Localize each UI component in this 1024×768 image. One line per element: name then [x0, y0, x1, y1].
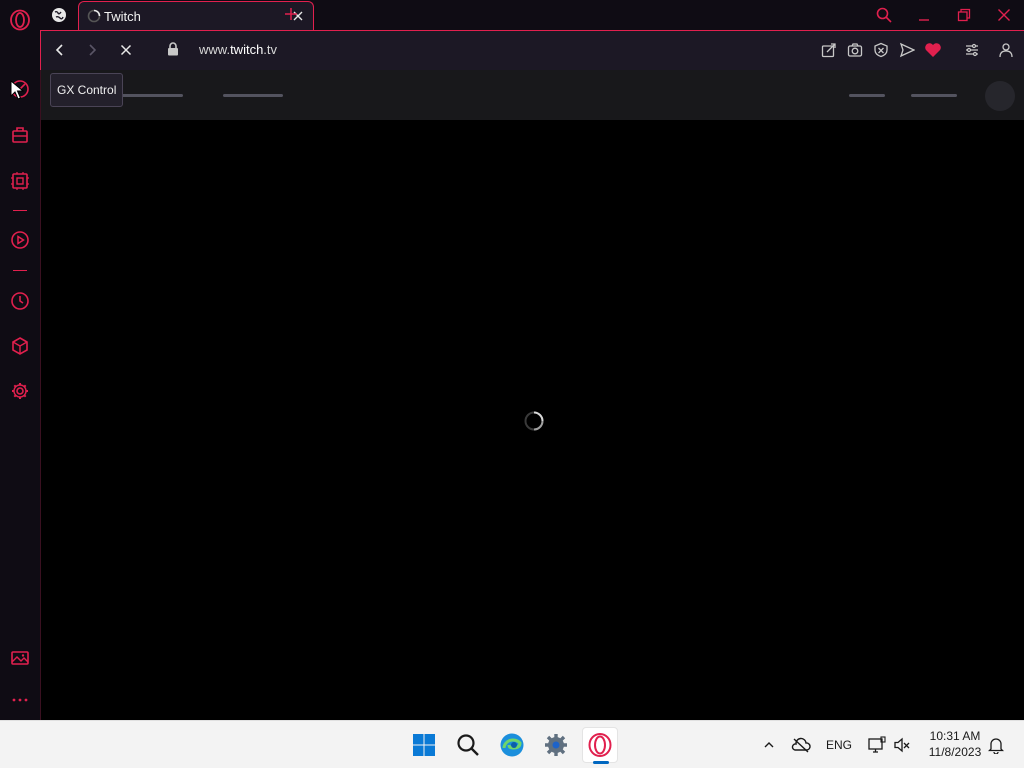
share-icon[interactable]	[820, 41, 838, 59]
tab-twitch[interactable]: Twitch	[78, 1, 314, 31]
account-icon[interactable]	[997, 41, 1015, 59]
onedrive-offline-icon[interactable]	[790, 735, 812, 755]
mouse-cursor-icon	[10, 80, 24, 100]
more-icon[interactable]	[9, 689, 31, 711]
close-window-icon[interactable]	[993, 4, 1015, 26]
send-icon[interactable]	[898, 41, 916, 59]
heart-icon[interactable]	[924, 41, 942, 59]
lock-icon[interactable]	[167, 42, 179, 56]
address-field[interactable]: www.twitch.tv	[199, 42, 277, 57]
forward-icon[interactable]	[82, 40, 102, 60]
opera-logo-icon[interactable]	[9, 9, 31, 31]
sidebar-tooltip: GX Control	[50, 73, 124, 107]
address-bar-row: www.twitch.tv	[40, 30, 1024, 70]
gallery-icon[interactable]	[9, 647, 31, 669]
gx-corner-icon[interactable]	[9, 170, 31, 192]
nav-skeleton-bar	[121, 94, 183, 97]
tab-globe-icon[interactable]	[51, 7, 67, 23]
web-page	[40, 70, 1024, 720]
sidebar-separator	[13, 210, 27, 211]
settings-icon[interactable]	[9, 380, 31, 402]
tab-title: Twitch	[104, 9, 141, 24]
language-indicator[interactable]: ENG	[824, 735, 854, 755]
edge-icon[interactable]	[494, 727, 530, 763]
system-clock[interactable]: 10:31 AM 11/8/2023	[918, 728, 992, 760]
clock-time: 10:31 AM	[929, 729, 981, 743]
avatar-skeleton	[985, 81, 1015, 111]
snapshot-icon[interactable]	[846, 41, 864, 59]
url-prefix: www.	[199, 42, 231, 57]
sidebar-separator	[13, 270, 27, 271]
new-tab-icon[interactable]	[283, 6, 299, 22]
network-icon[interactable]	[866, 735, 888, 755]
clock-date: 11/8/2023	[928, 745, 982, 759]
tab-strip: Twitch	[40, 0, 1024, 31]
tab-search-icon[interactable]	[873, 4, 895, 26]
opera-gx-icon[interactable]	[582, 727, 618, 763]
back-icon[interactable]	[50, 40, 70, 60]
volume-muted-icon[interactable]	[892, 735, 912, 755]
history-icon[interactable]	[9, 290, 31, 312]
url-suffix: .tv	[263, 42, 278, 57]
url-domain: twitch	[230, 42, 264, 57]
nav-skeleton-bar	[849, 94, 885, 97]
easy-setup-icon[interactable]	[963, 41, 981, 59]
active-app-indicator	[593, 761, 609, 764]
start-icon[interactable]	[406, 727, 442, 763]
stop-loading-icon[interactable]	[116, 40, 136, 60]
windows-taskbar: ENG 10:31 AM 11/8/2023	[0, 720, 1024, 768]
tab-loading-icon	[87, 9, 101, 23]
notification-bell-icon[interactable]	[986, 735, 1006, 755]
loading-spinner-icon	[523, 410, 544, 431]
restore-icon[interactable]	[953, 4, 975, 26]
search-icon[interactable]	[450, 727, 486, 763]
show-hidden-icons-icon[interactable]	[760, 735, 778, 755]
nav-skeleton-bar	[223, 94, 283, 97]
settings-icon[interactable]	[538, 727, 574, 763]
gx-sidebar	[0, 0, 40, 720]
twitch-icon[interactable]	[9, 124, 31, 146]
twitch-nav-skeleton	[41, 70, 1024, 120]
adblock-icon[interactable]	[872, 41, 890, 59]
minimize-icon[interactable]	[913, 4, 935, 26]
nav-skeleton-bar	[911, 94, 957, 97]
extensions-icon[interactable]	[9, 335, 31, 357]
player-icon[interactable]	[9, 229, 31, 251]
